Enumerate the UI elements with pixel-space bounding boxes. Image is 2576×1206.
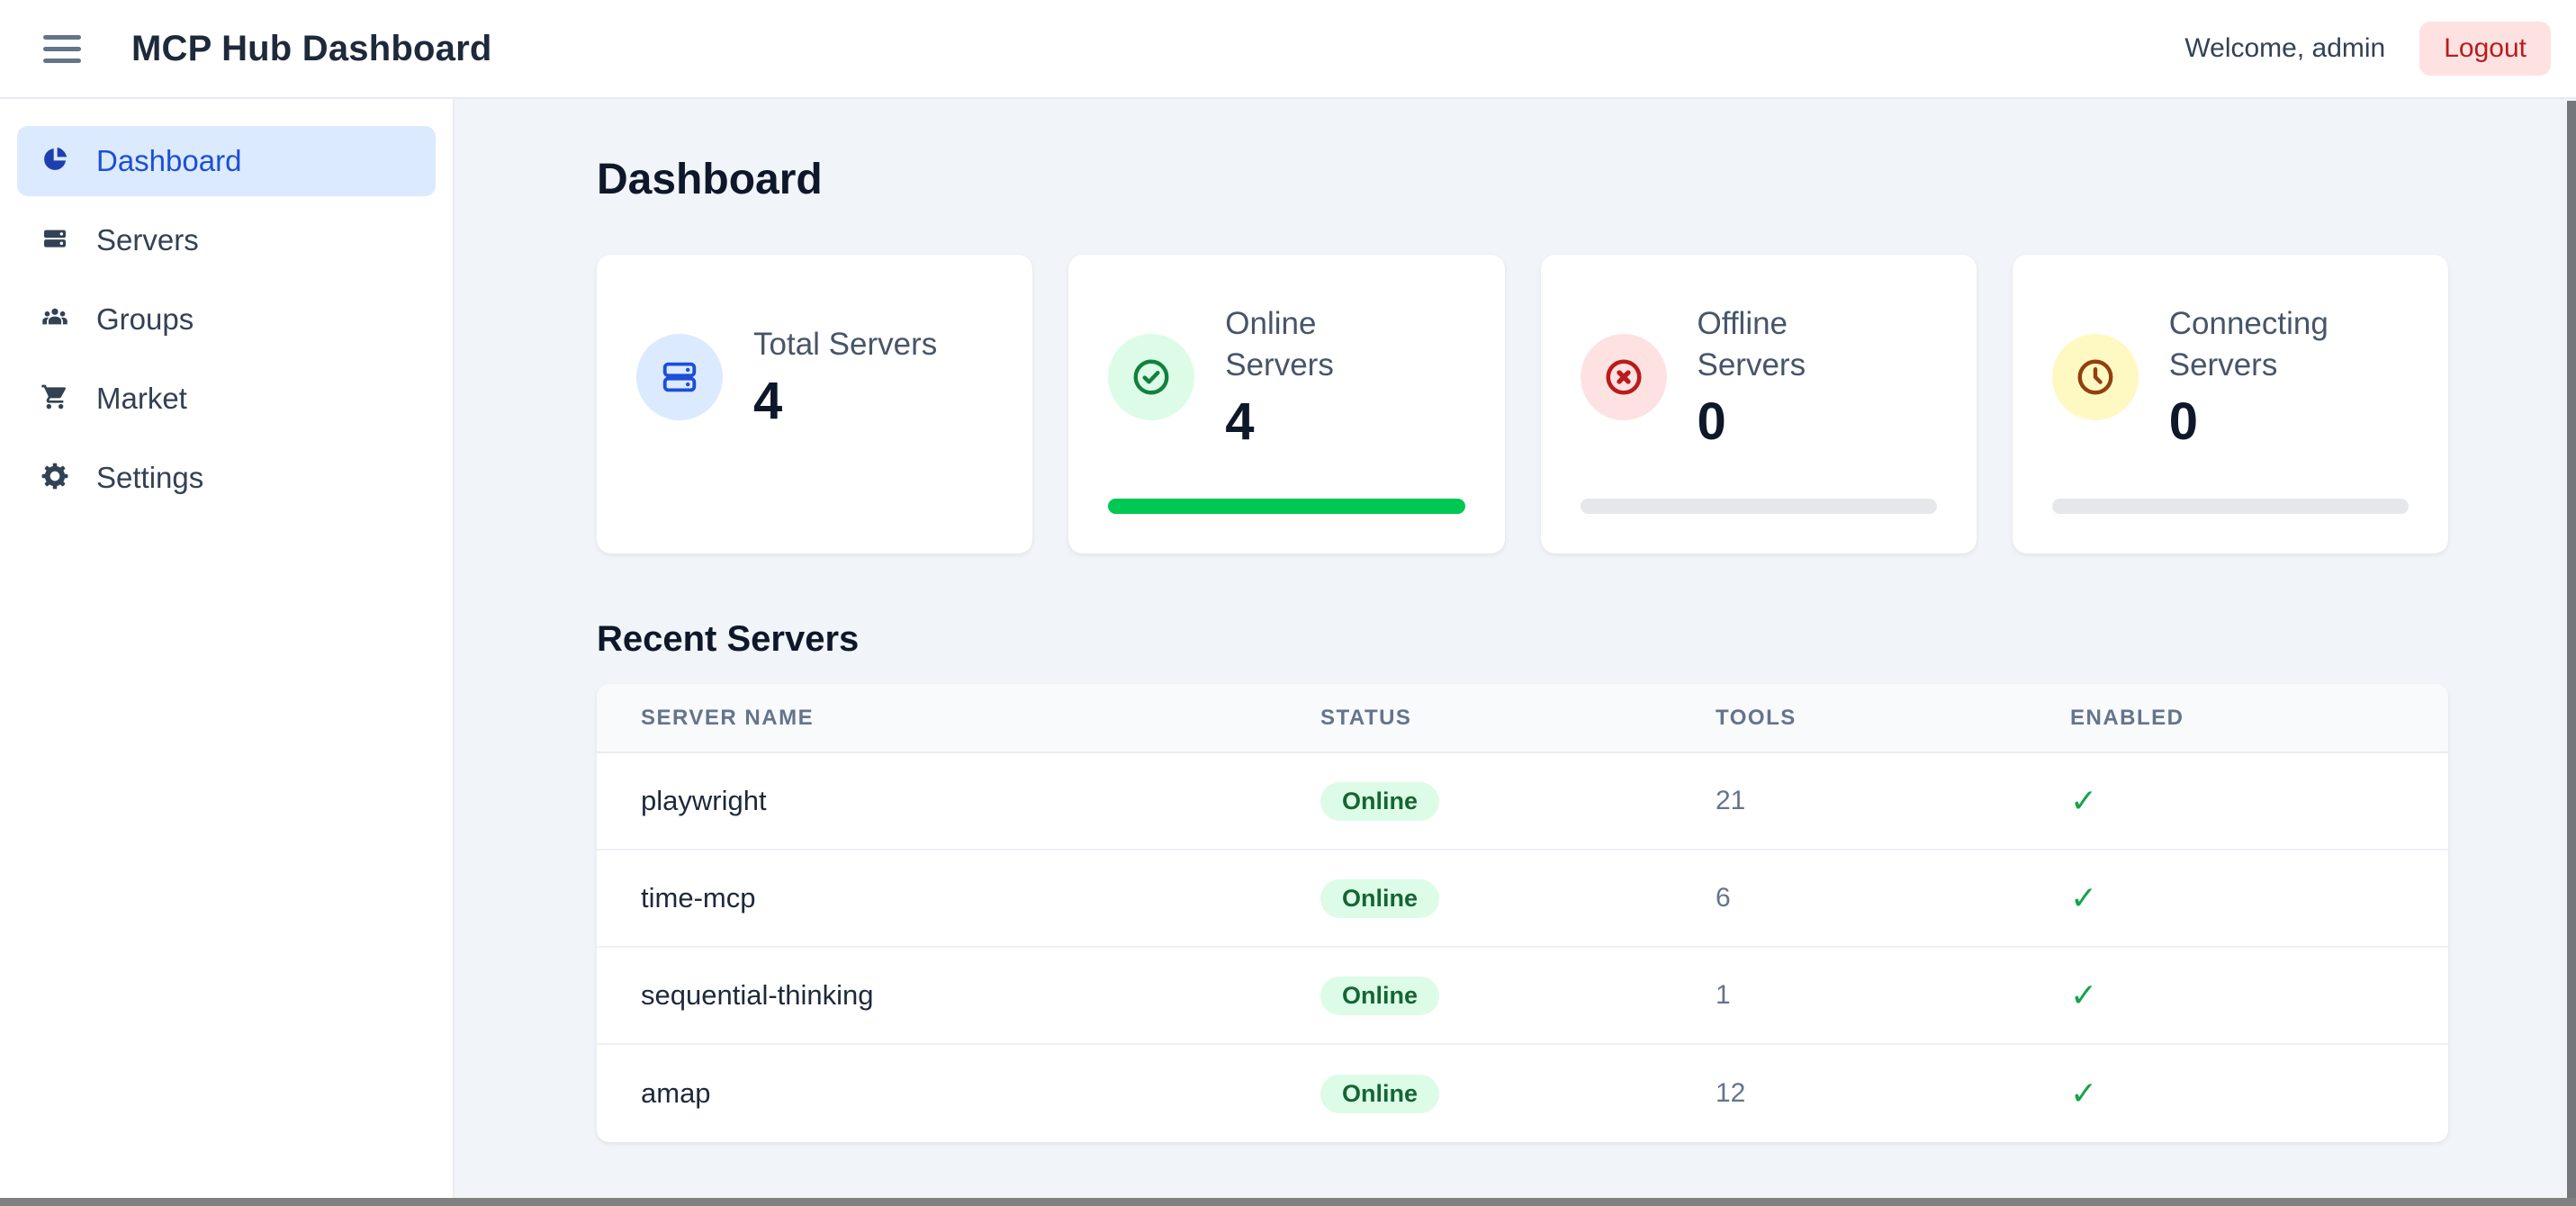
tools-count: 21	[1716, 786, 1745, 815]
app-title: MCP Hub Dashboard	[131, 29, 491, 69]
server-name: playwright	[641, 785, 767, 816]
pie-chart-icon	[41, 145, 69, 178]
stat-title: Total Servers	[753, 324, 937, 365]
column-header-status: STATUS	[1320, 706, 1716, 731]
stat-icon-circle	[2052, 334, 2139, 420]
top-header: MCP Hub Dashboard Welcome, admin Logout	[0, 0, 2576, 99]
enabled-check-icon: ✓	[2070, 879, 2097, 916]
sidebar-item-label: Market	[96, 382, 187, 416]
stat-icon-circle	[636, 334, 723, 420]
stat-icon-circle	[1581, 334, 1667, 420]
header-right: Welcome, admin Logout	[2184, 22, 2551, 76]
logout-button[interactable]: Logout	[2419, 22, 2551, 76]
window-bottom-edge	[0, 1198, 2576, 1206]
sidebar-item-label: Settings	[96, 461, 203, 495]
sidebar-item-servers[interactable]: Servers	[17, 205, 436, 275]
table-row: amap Online 12 ✓	[597, 1045, 2448, 1142]
status-badge: Online	[1320, 1075, 1439, 1113]
stat-text: Total Servers 4	[753, 324, 937, 430]
stat-text: Online Servers 4	[1225, 303, 1414, 451]
table-row: time-mcp Online 6 ✓	[597, 850, 2448, 948]
stat-text: Offline Servers 0	[1698, 303, 1887, 451]
column-header-tools: TOOLS	[1716, 706, 2070, 731]
server-name: sequential-thinking	[641, 979, 874, 1011]
sidebar-item-dashboard[interactable]: Dashboard	[17, 126, 436, 196]
table-row: playwright Online 21 ✓	[597, 753, 2448, 850]
people-group-icon	[41, 303, 69, 337]
recent-servers-table: SERVER NAME STATUS TOOLS ENABLED playwri…	[597, 684, 2448, 1142]
clock-icon	[2075, 356, 2116, 398]
enabled-check-icon: ✓	[2070, 782, 2097, 819]
vertical-scrollbar[interactable]	[2567, 101, 2576, 1198]
stat-value: 4	[1225, 393, 1414, 451]
stats-grid: Total Servers 4 Online Servers 4	[597, 255, 2448, 554]
sidebar: Dashboard Servers	[0, 99, 455, 1204]
online-progress-bar	[1108, 499, 1464, 514]
stat-title: Online Servers	[1225, 303, 1414, 386]
welcome-text: Welcome, admin	[2184, 33, 2385, 64]
sidebar-item-label: Dashboard	[96, 144, 241, 178]
stat-value: 4	[753, 373, 937, 430]
sidebar-item-label: Servers	[96, 223, 199, 257]
column-header-enabled: ENABLED	[2070, 706, 2448, 731]
x-circle-icon	[1603, 356, 1644, 398]
stat-value: 0	[2169, 393, 2358, 451]
stat-card-online-servers: Online Servers 4	[1068, 255, 1504, 554]
tools-count: 6	[1716, 883, 1731, 913]
sidebar-item-label: Groups	[96, 302, 194, 337]
hamburger-menu-icon[interactable]	[43, 35, 81, 63]
column-header-server-name: SERVER NAME	[641, 706, 1320, 731]
stat-title: Connecting Servers	[2169, 303, 2358, 386]
table-row: sequential-thinking Online 1 ✓	[597, 948, 2448, 1045]
stat-title: Offline Servers	[1698, 303, 1887, 386]
sidebar-item-groups[interactable]: Groups	[17, 284, 436, 355]
status-badge: Online	[1320, 976, 1439, 1015]
status-badge: Online	[1320, 879, 1439, 918]
stat-card-offline-servers: Offline Servers 0	[1541, 255, 1977, 554]
shopping-cart-icon	[41, 382, 69, 416]
connecting-progress-bar	[2052, 499, 2409, 514]
offline-progress-bar	[1581, 499, 1937, 514]
server-name: time-mcp	[641, 882, 755, 914]
server-stack-icon	[41, 224, 69, 257]
server-icon	[659, 356, 700, 398]
table-header-row: SERVER NAME STATUS TOOLS ENABLED	[597, 684, 2448, 753]
sidebar-item-settings[interactable]: Settings	[17, 443, 436, 513]
stat-card-total-servers: Total Servers 4	[597, 255, 1032, 554]
stat-text: Connecting Servers 0	[2169, 303, 2358, 451]
enabled-check-icon: ✓	[2070, 976, 2097, 1013]
stat-icon-circle	[1108, 334, 1194, 420]
sidebar-item-market[interactable]: Market	[17, 364, 436, 434]
status-badge: Online	[1320, 782, 1439, 821]
check-circle-icon	[1130, 356, 1172, 398]
tools-count: 1	[1716, 980, 1731, 1010]
tools-count: 12	[1716, 1078, 1745, 1108]
server-name: amap	[641, 1077, 711, 1109]
main-content: Dashboard Total Servers 4	[455, 99, 2576, 1204]
gear-icon	[41, 462, 69, 495]
enabled-check-icon: ✓	[2070, 1075, 2097, 1112]
stat-value: 0	[1698, 393, 1887, 451]
recent-servers-title: Recent Servers	[597, 619, 2448, 660]
page-title: Dashboard	[597, 155, 2448, 204]
stat-card-connecting-servers: Connecting Servers 0	[2013, 255, 2448, 554]
